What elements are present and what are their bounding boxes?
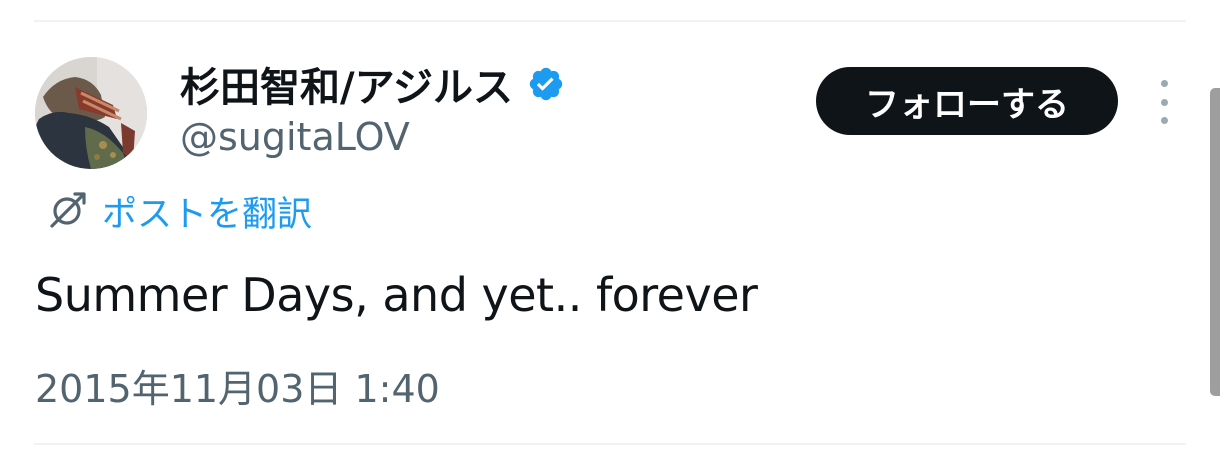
user-handle[interactable]: @sugitaLOV xyxy=(180,115,410,159)
top-divider xyxy=(34,20,1186,22)
more-dot xyxy=(1160,98,1168,106)
tweet-timestamp[interactable]: 2015年11月03日 1:40 xyxy=(35,358,440,413)
scrollbar[interactable] xyxy=(1210,88,1220,396)
more-dot xyxy=(1160,80,1168,87)
follow-button[interactable]: フォローする xyxy=(816,67,1118,135)
translate-post-link[interactable]: ポストを翻訳 xyxy=(44,188,313,235)
more-dot xyxy=(1160,117,1168,124)
bottom-divider xyxy=(34,443,1186,445)
verified-badge-icon[interactable] xyxy=(527,65,565,103)
more-vertical-icon[interactable] xyxy=(1148,80,1180,124)
display-name-row: 杉田智和/アジルス xyxy=(180,55,565,113)
translate-icon xyxy=(44,188,90,234)
translate-label: ポストを翻訳 xyxy=(102,194,313,235)
tweet-text: Summer Days, and yet.. forever xyxy=(35,268,758,322)
avatar-image xyxy=(35,57,147,169)
display-name[interactable]: 杉田智和/アジルス xyxy=(180,55,513,113)
avatar[interactable] xyxy=(35,57,147,169)
